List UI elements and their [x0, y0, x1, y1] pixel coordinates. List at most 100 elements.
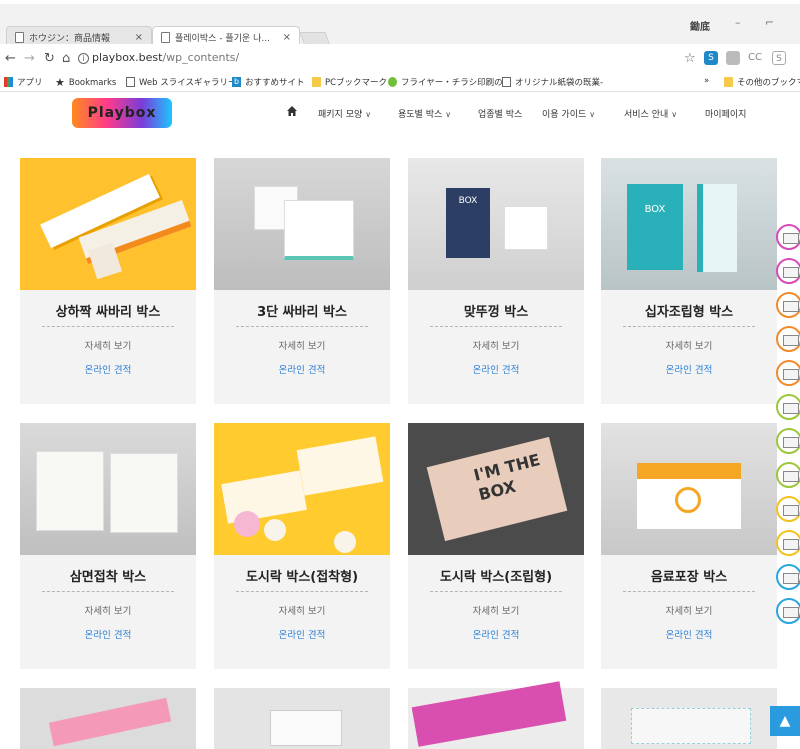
product-card[interactable]: 3단 싸바리 박스 자세히 보기 온라인 견적 — [214, 158, 390, 404]
side-shortcut-12[interactable] — [776, 598, 800, 624]
nav-industry-box[interactable]: 업종별 박스 — [478, 107, 522, 120]
side-shortcut-10[interactable] — [776, 530, 800, 556]
bookmark-paper-bag[interactable]: オリジナル紙袋の既業- — [502, 76, 603, 88]
product-image[interactable] — [20, 158, 196, 290]
product-title[interactable]: 십자조립형 박스 — [601, 301, 777, 320]
detail-link[interactable]: 자세히 보기 — [214, 603, 390, 617]
home-icon[interactable] — [286, 105, 298, 117]
product-image[interactable] — [214, 158, 390, 290]
side-shortcut-1[interactable] — [776, 224, 800, 250]
detail-link[interactable]: 자세히 보기 — [408, 338, 584, 352]
detail-link[interactable]: 자세히 보기 — [601, 603, 777, 617]
info-icon[interactable]: i — [78, 53, 89, 64]
side-shortcut-4[interactable] — [776, 326, 800, 352]
product-image[interactable] — [601, 423, 777, 555]
product-card[interactable]: BOX 십자조립형 박스 자세히 보기 온라인 견적 — [601, 158, 777, 404]
product-title[interactable]: 삼면접착 박스 — [20, 566, 196, 585]
close-icon[interactable]: × — [135, 32, 143, 43]
product-title[interactable]: 맞뚜껑 박스 — [408, 301, 584, 320]
side-shortcut-6[interactable] — [776, 394, 800, 420]
maximize-icon[interactable]: ⌐ — [765, 16, 774, 29]
product-card-partial[interactable] — [20, 688, 196, 749]
product-image[interactable]: BOX — [601, 158, 777, 290]
quote-link[interactable]: 온라인 견적 — [601, 627, 777, 641]
forward-icon[interactable]: → — [24, 51, 35, 66]
detail-link[interactable]: 자세히 보기 — [20, 338, 196, 352]
product-card-partial[interactable] — [214, 688, 390, 749]
product-image[interactable] — [48, 697, 172, 747]
extension-s2-icon[interactable]: S — [772, 51, 786, 65]
quote-link[interactable]: 온라인 견적 — [408, 362, 584, 376]
bookmark-bookmarks[interactable]: ★ Bookmarks — [55, 76, 116, 89]
detail-link[interactable]: 자세히 보기 — [20, 603, 196, 617]
quote-link[interactable]: 온라인 견적 — [214, 362, 390, 376]
quote-link[interactable]: 온라인 견적 — [601, 362, 777, 376]
product-image[interactable] — [631, 708, 751, 744]
product-card-partial[interactable] — [601, 688, 777, 749]
product-image[interactable] — [411, 681, 567, 747]
bookmark-other[interactable]: その他のブックマーク — [724, 76, 800, 88]
browser-tab-bar: ホウジン：商品情報 × 플레이박스 - 플기운 나... × 鋤底 – ⌐ — [0, 0, 800, 48]
quote-link[interactable]: 온라인 견적 — [20, 362, 196, 376]
product-image[interactable] — [270, 710, 342, 746]
home-icon[interactable]: ⌂ — [62, 51, 70, 66]
nav-purpose-box[interactable]: 용도별 박스 ∨ — [398, 107, 451, 120]
product-card[interactable]: 도시락 박스(접착형) 자세히 보기 온라인 견적 — [214, 423, 390, 669]
product-image[interactable]: I'M THE BOX — [408, 423, 584, 555]
bookmark-flyer[interactable]: フライヤー・チラシ印刷の... — [388, 76, 511, 88]
bookmark-overflow[interactable]: » — [704, 76, 709, 86]
nav-usage-guide[interactable]: 이용 가이드 ∨ — [542, 107, 595, 120]
chevron-down-icon: ∨ — [365, 110, 372, 119]
nav-my-page[interactable]: 마이페이지 — [705, 107, 746, 120]
bookmark-web-slice[interactable]: Web スライスギャラリー — [126, 76, 236, 88]
detail-link[interactable]: 자세히 보기 — [601, 338, 777, 352]
detail-link[interactable]: 자세히 보기 — [214, 338, 390, 352]
nav-package-shape[interactable]: 패키지 모양 ∨ — [318, 107, 371, 120]
product-image[interactable] — [214, 423, 390, 555]
side-shortcut-9[interactable] — [776, 496, 800, 522]
product-title[interactable]: 3단 싸바리 박스 — [214, 301, 390, 320]
quote-link[interactable]: 온라인 견적 — [20, 627, 196, 641]
side-shortcut-5[interactable] — [776, 360, 800, 386]
back-icon[interactable]: ← — [5, 51, 16, 66]
side-shortcut-3[interactable] — [776, 292, 800, 318]
extension-s-icon[interactable]: S — [704, 51, 718, 65]
product-image[interactable]: BOX — [408, 158, 584, 290]
product-image[interactable] — [20, 423, 196, 555]
product-card[interactable]: 음료포장 박스 자세히 보기 온라인 견적 — [601, 423, 777, 669]
profile-name[interactable]: 鋤底 — [690, 18, 710, 33]
product-card[interactable]: I'M THE BOX 도시락 박스(조립형) 자세히 보기 온라인 견적 — [408, 423, 584, 669]
side-shortcut-7[interactable] — [776, 428, 800, 454]
playbox-logo[interactable]: Playbox — [72, 98, 172, 128]
nav-service-info[interactable]: 서비스 안내 ∨ — [624, 107, 677, 120]
quote-link[interactable]: 온라인 견적 — [408, 627, 584, 641]
minimize-icon[interactable]: – — [735, 16, 741, 29]
site-header: Playbox 패키지 모양 ∨ 용도별 박스 ∨ 업종별 박스 이용 가이드 ∨ 서… — [0, 92, 800, 136]
bookmark-apps[interactable]: アプリ — [4, 76, 43, 88]
product-card[interactable]: BOX 맞뚜껑 박스 자세히 보기 온라인 견적 — [408, 158, 584, 404]
detail-link[interactable]: 자세히 보기 — [408, 603, 584, 617]
extension-icon[interactable] — [726, 51, 740, 65]
cc-icon[interactable]: CC — [748, 51, 762, 65]
product-card[interactable]: 상하짝 싸바리 박스 자세히 보기 온라인 견적 — [20, 158, 196, 404]
reload-icon[interactable]: ↻ — [44, 51, 55, 66]
side-shortcut-11[interactable] — [776, 564, 800, 590]
quote-link[interactable]: 온라인 견적 — [214, 627, 390, 641]
product-title[interactable]: 도시락 박스(조립형) — [408, 566, 584, 585]
star-icon[interactable]: ☆ — [684, 51, 696, 66]
chevron-down-icon: ∨ — [445, 110, 452, 119]
side-shortcut-8[interactable] — [776, 462, 800, 488]
url-field[interactable]: playbox.best/wp_contents/ — [92, 51, 239, 64]
product-card-partial[interactable] — [408, 681, 584, 749]
bookmark-pc[interactable]: PCブックマーク — [312, 76, 387, 88]
page-icon — [502, 77, 511, 87]
product-card[interactable]: 삼면접착 박스 자세히 보기 온라인 견적 — [20, 423, 196, 669]
bookmark-recommended[interactable]: b おすすめサイト — [232, 76, 305, 88]
product-title[interactable]: 도시락 박스(접착형) — [214, 566, 390, 585]
close-icon[interactable]: × — [283, 32, 291, 43]
divider — [236, 591, 368, 592]
side-shortcut-2[interactable] — [776, 258, 800, 284]
product-title[interactable]: 상하짝 싸바리 박스 — [20, 301, 196, 320]
scroll-to-top-button[interactable]: ▲ — [770, 706, 800, 736]
product-title[interactable]: 음료포장 박스 — [601, 566, 777, 585]
